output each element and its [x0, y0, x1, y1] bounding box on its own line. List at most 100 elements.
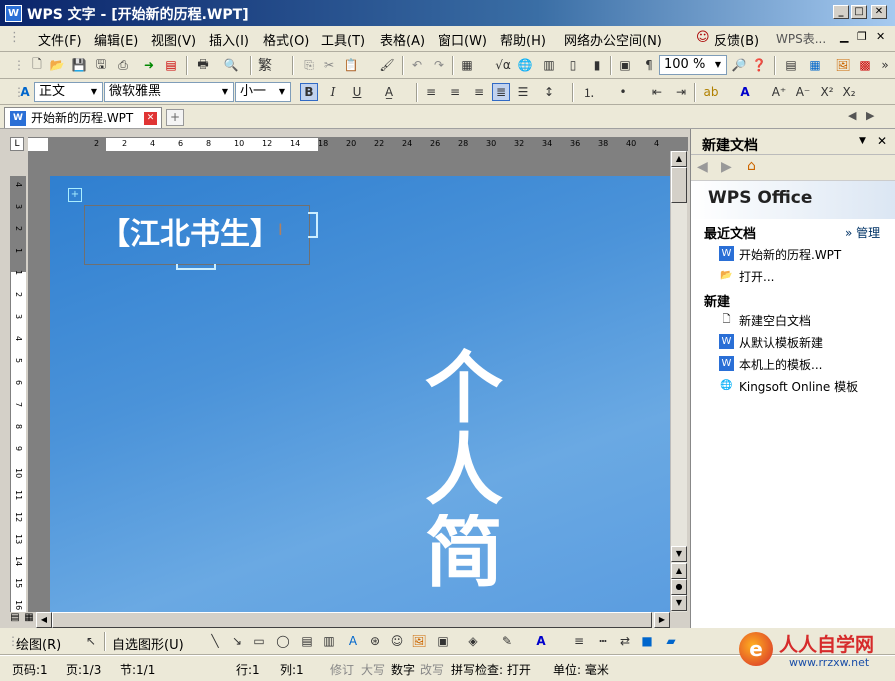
rectangle-icon[interactable]: ▭: [250, 632, 268, 650]
page-heading-text[interactable]: 【江北书生】: [100, 209, 280, 253]
menu-table[interactable]: 表格(A): [380, 30, 425, 49]
vertical-ruler[interactable]: 4 3 2 1 1 2 3 4 5 6 7 8 9 10 11 12 13 14 15 16: [10, 176, 26, 612]
copy-icon[interactable]: ⎘: [300, 56, 318, 74]
picture-frame-icon[interactable]: ▣: [434, 632, 452, 650]
scroll-thumb[interactable]: [52, 612, 652, 628]
clipart-icon[interactable]: ☺: [388, 632, 406, 650]
line-color-icon[interactable]: ✎: [498, 632, 516, 650]
font-color-icon[interactable]: A: [736, 83, 754, 101]
local-templates-item[interactable]: W 本机上的模板...: [719, 356, 822, 373]
prev-page-icon[interactable]: ▲: [671, 563, 687, 579]
home-icon[interactable]: ⌂: [747, 158, 756, 174]
draw-font-color-icon[interactable]: A: [532, 632, 550, 650]
next-page-icon[interactable]: ▼: [671, 595, 687, 611]
subscript-icon[interactable]: X₂: [840, 83, 858, 101]
align-center-icon[interactable]: ≡: [446, 83, 464, 101]
align-right-icon[interactable]: ≡: [470, 83, 488, 101]
shrink-font-icon[interactable]: A⁻: [794, 83, 812, 101]
page-view-icon[interactable]: ▦: [22, 612, 36, 628]
forward-icon[interactable]: ▶: [721, 159, 732, 175]
scroll-up-icon[interactable]: ▲: [671, 151, 687, 167]
menu-online-space[interactable]: 网络办公空间(N): [564, 30, 662, 49]
status-revision[interactable]: 修订: [330, 661, 354, 678]
maximize-button[interactable]: □: [851, 5, 867, 19]
textbox-icon[interactable]: ▤: [298, 632, 316, 650]
justify-icon[interactable]: ≣: [492, 83, 510, 101]
italic-button[interactable]: I: [324, 83, 342, 101]
doc-map-icon[interactable]: ▣: [616, 56, 634, 74]
bullets-icon[interactable]: •: [614, 83, 632, 101]
increase-indent-icon[interactable]: ⇥: [672, 83, 690, 101]
print-setup-icon[interactable]: ⎙: [114, 56, 132, 74]
doc-restore-icon[interactable]: ❐: [857, 30, 867, 43]
open-folder-icon[interactable]: 📂: [48, 56, 66, 74]
show-marks-icon[interactable]: ¶: [640, 56, 658, 74]
line-style-icon[interactable]: ≡: [570, 632, 588, 650]
new-default-template-item[interactable]: W 从默认模板新建: [719, 334, 823, 351]
status-unit[interactable]: 单位: 毫米: [553, 661, 609, 678]
save-icon[interactable]: 💾: [70, 56, 88, 74]
diagram-icon[interactable]: ⊛: [366, 632, 384, 650]
back-icon[interactable]: ◀: [697, 159, 708, 175]
arrow-icon[interactable]: ↘: [228, 632, 246, 650]
recent-item[interactable]: W 开始新的历程.WPT: [719, 246, 841, 263]
print-preview-icon[interactable]: 🔍: [222, 56, 240, 74]
insert-table-icon[interactable]: ▥: [540, 56, 558, 74]
export-icon[interactable]: ➜: [140, 56, 158, 74]
zoom-select[interactable]: 100 % ▼: [659, 55, 727, 75]
line-spacing-icon[interactable]: ↕: [540, 83, 558, 101]
scroll-down-icon[interactable]: ▼: [671, 546, 687, 562]
move-handle-icon[interactable]: +: [68, 188, 82, 202]
distribute-icon[interactable]: ☰: [514, 83, 532, 101]
grow-font-icon[interactable]: A⁺: [770, 83, 788, 101]
traditional-chinese-button[interactable]: 繁: [256, 56, 274, 74]
3d-icon[interactable]: ▰: [662, 632, 680, 650]
align-left-icon[interactable]: ≡: [422, 83, 440, 101]
status-overwrite[interactable]: 改写: [420, 661, 444, 678]
task-pane-close-icon[interactable]: ✕: [877, 134, 887, 148]
red-tool-icon[interactable]: ▩: [856, 56, 874, 74]
numbering-icon[interactable]: ⒈: [580, 83, 598, 101]
vertical-scrollbar[interactable]: ▲ ▼ ▲ ● ▼: [670, 151, 687, 612]
style-select[interactable]: 正文 ▼: [34, 82, 103, 102]
decrease-indent-icon[interactable]: ⇤: [648, 83, 666, 101]
menu-help[interactable]: 帮助(H): [500, 30, 546, 49]
reading-layout-icon[interactable]: ▦: [806, 56, 824, 74]
online-templates-item[interactable]: 🌐 Kingsoft Online 模板: [719, 378, 858, 395]
wordart-icon[interactable]: A: [344, 632, 362, 650]
font-select[interactable]: 微软雅黑 ▼: [104, 82, 234, 102]
menu-feedback[interactable]: 反馈(B): [714, 30, 759, 49]
doc-minimize-icon[interactable]: ▁: [840, 30, 848, 43]
menu-insert[interactable]: 插入(I): [209, 30, 249, 49]
insert-picture-icon[interactable]: 🖼: [410, 632, 428, 650]
text-effect-icon[interactable]: A̲: [380, 83, 398, 101]
scroll-right-icon[interactable]: ▶: [654, 612, 670, 628]
resize-handle[interactable]: [176, 264, 216, 270]
autoshape-menu-button[interactable]: 自选图形(U): [112, 634, 184, 653]
columns-icon[interactable]: ▯: [564, 56, 582, 74]
select-pointer-icon[interactable]: ↖: [82, 632, 100, 650]
browse-object-icon[interactable]: ●: [671, 579, 687, 595]
menu-wps-sheet[interactable]: WPS表...: [776, 30, 826, 47]
menu-format[interactable]: 格式(O): [263, 30, 309, 49]
menu-view[interactable]: 视图(V): [151, 30, 196, 49]
horizontal-scrollbar[interactable]: ◀ ▶: [36, 612, 670, 628]
open-item[interactable]: 📂 打开...: [719, 268, 774, 285]
draw-menu-button[interactable]: 绘图(R): [16, 634, 61, 653]
menu-tools[interactable]: 工具(T): [321, 30, 365, 49]
chart-icon[interactable]: ▮: [588, 56, 606, 74]
big-title-char[interactable]: 人: [425, 432, 503, 510]
format-painter-icon[interactable]: 🖌: [378, 56, 396, 74]
menu-window[interactable]: 窗口(W): [438, 30, 487, 49]
bold-button[interactable]: B: [300, 83, 318, 101]
wps-app-icon[interactable]: W: [5, 5, 22, 22]
manage-link[interactable]: » 管理: [845, 224, 880, 241]
find-icon[interactable]: 🔎: [730, 56, 748, 74]
redo-icon[interactable]: ↷: [430, 56, 448, 74]
close-tab-icon[interactable]: ✕: [144, 112, 157, 125]
doc-close-icon[interactable]: ✕: [876, 30, 885, 43]
document-tab[interactable]: W 开始新的历程.WPT ✕: [4, 107, 162, 128]
scroll-thumb[interactable]: [671, 167, 687, 203]
fill-color-icon[interactable]: ◈: [464, 632, 482, 650]
menu-edit[interactable]: 编辑(E): [94, 30, 138, 49]
